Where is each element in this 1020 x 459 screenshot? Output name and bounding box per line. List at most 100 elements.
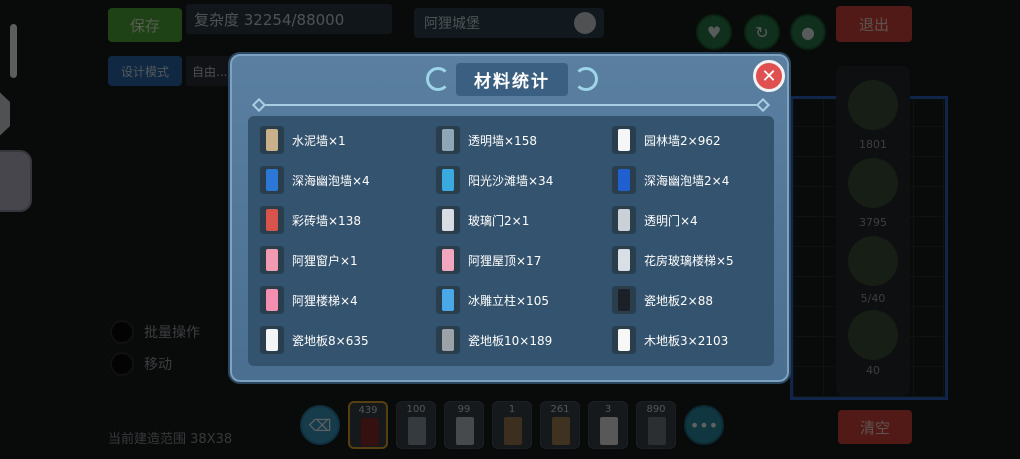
material-label: 透明墙×158 [468, 133, 537, 148]
material-icon [612, 326, 636, 354]
material-swatch [266, 129, 278, 151]
material-swatch [618, 209, 630, 231]
material-label: 阿狸楼梯×4 [292, 293, 358, 308]
material-label: 彩砖墙×138 [292, 213, 361, 228]
swirl-ornament-icon [574, 67, 598, 91]
heart-icon[interactable]: ♥ [696, 14, 732, 50]
move-option[interactable]: 移动 [110, 352, 172, 376]
material-icon [436, 126, 460, 154]
slot-count: 3 [604, 404, 612, 415]
material-icon [612, 206, 636, 234]
avatar[interactable] [0, 150, 32, 212]
save-button[interactable]: 保存 [108, 8, 182, 42]
batch-operation-label: 批量操作 [144, 325, 200, 341]
material-swatch [618, 169, 630, 191]
material-slot[interactable]: 100 [396, 401, 436, 449]
more-icon[interactable]: ••• [684, 405, 724, 445]
side-slot-1[interactable] [848, 80, 898, 130]
material-label: 深海幽泡墙×4 [292, 173, 370, 188]
exit-button[interactable]: 退出 [836, 6, 912, 42]
material-item: 阳光沙滩墙×34 [436, 164, 553, 196]
eraser-icon[interactable]: ⌫ [300, 405, 340, 445]
slot-count: 99 [457, 404, 471, 415]
slot-count: 439 [358, 405, 378, 416]
material-item: 阿狸窗户×1 [260, 244, 358, 276]
material-item: 透明墙×158 [436, 124, 537, 156]
radio-icon[interactable] [110, 352, 134, 376]
material-swatch [361, 418, 379, 446]
material-slot[interactable]: 261 [540, 401, 580, 449]
side-count-3: 5/40 [860, 292, 886, 305]
material-item: 园林墙2×962 [612, 124, 721, 156]
material-label: 水泥墙×1 [292, 133, 346, 148]
material-label: 玻璃门2×1 [468, 213, 530, 228]
material-label: 木地板3×2103 [644, 333, 729, 348]
material-label: 透明门×4 [644, 213, 698, 228]
material-icon [260, 286, 284, 314]
design-mode-button[interactable]: 设计模式 [108, 56, 182, 86]
castle-name-field[interactable]: 阿狸城堡 [414, 8, 604, 38]
divider-cap [755, 97, 771, 113]
material-swatch [442, 169, 454, 191]
divider-cap [251, 97, 267, 113]
hexagon-icon[interactable] [0, 90, 10, 138]
material-slot[interactable]: 1 [492, 401, 532, 449]
material-icon [260, 246, 284, 274]
material-item: 彩砖墙×138 [260, 204, 361, 236]
material-label: 阿狸窗户×1 [292, 253, 358, 268]
slot-count: 890 [646, 404, 666, 415]
material-swatch [456, 417, 474, 445]
material-swatch [266, 329, 278, 351]
material-icon [436, 166, 460, 194]
drop-icon[interactable]: ● [790, 14, 826, 50]
material-swatch [618, 289, 630, 311]
material-label: 阿狸屋顶×17 [468, 253, 542, 268]
material-item: 阿狸屋顶×17 [436, 244, 541, 276]
slot-count: 1 [508, 404, 516, 415]
material-icon [612, 166, 636, 194]
material-swatch [408, 417, 426, 445]
material-item: 深海幽泡墙×4 [260, 164, 370, 196]
material-item: 深海幽泡墙2×4 [612, 164, 729, 196]
material-swatch [618, 129, 630, 151]
material-slot[interactable]: 439 [348, 401, 388, 449]
material-swatch [266, 249, 278, 271]
batch-operation-option[interactable]: 批量操作 [110, 320, 200, 344]
material-icon [436, 206, 460, 234]
material-swatch [600, 417, 618, 445]
side-count-1: 1801 [859, 138, 887, 151]
material-swatch [266, 169, 278, 191]
material-slot[interactable]: 3 [588, 401, 628, 449]
material-swatch [552, 417, 570, 445]
material-item: 水泥墙×1 [260, 124, 346, 156]
material-swatch [266, 289, 278, 311]
swirl-ornament-icon [426, 67, 450, 91]
dialog-title-bar: 材料统计 [412, 62, 612, 96]
material-item: 透明门×4 [612, 204, 698, 236]
material-icon [436, 286, 460, 314]
material-icon [260, 206, 284, 234]
castle-name-label: 阿狸城堡 [424, 16, 480, 32]
freedom-mode-dropdown[interactable]: 自由... [186, 56, 234, 86]
material-label: 深海幽泡墙2×4 [644, 173, 730, 188]
material-slot[interactable]: 890 [636, 401, 676, 449]
dialog-title: 材料统计 [456, 62, 568, 96]
gear-icon[interactable] [574, 12, 596, 34]
side-slot-2[interactable] [848, 158, 898, 208]
material-swatch [442, 289, 454, 311]
material-list: 水泥墙×1 透明墙×158 园林墙2×962 深海幽泡墙×4 阳光沙滩墙×34 深海幽泡墙… [248, 116, 774, 366]
refresh-icon[interactable]: ↻ [744, 14, 780, 50]
clear-button[interactable]: 清空 [838, 410, 912, 444]
material-swatch [504, 417, 522, 445]
side-slot-4[interactable] [848, 310, 898, 360]
drawer-handle[interactable] [10, 24, 17, 78]
material-icon [436, 326, 460, 354]
radio-icon[interactable] [110, 320, 134, 344]
material-label: 花房玻璃楼梯×5 [644, 253, 734, 268]
complexity-counter: 复杂度 32254/88000 [186, 4, 392, 34]
build-range-text: 当前建造范围 38X38 [108, 432, 233, 447]
side-slot-3[interactable] [848, 236, 898, 286]
close-icon[interactable]: ✕ [753, 60, 785, 92]
material-stats-dialog: 材料统计 ✕ 水泥墙×1 透明墙×158 园林墙2×962 深海幽泡墙×4 阳光沙滩墙×… [230, 54, 789, 382]
material-slot[interactable]: 99 [444, 401, 484, 449]
